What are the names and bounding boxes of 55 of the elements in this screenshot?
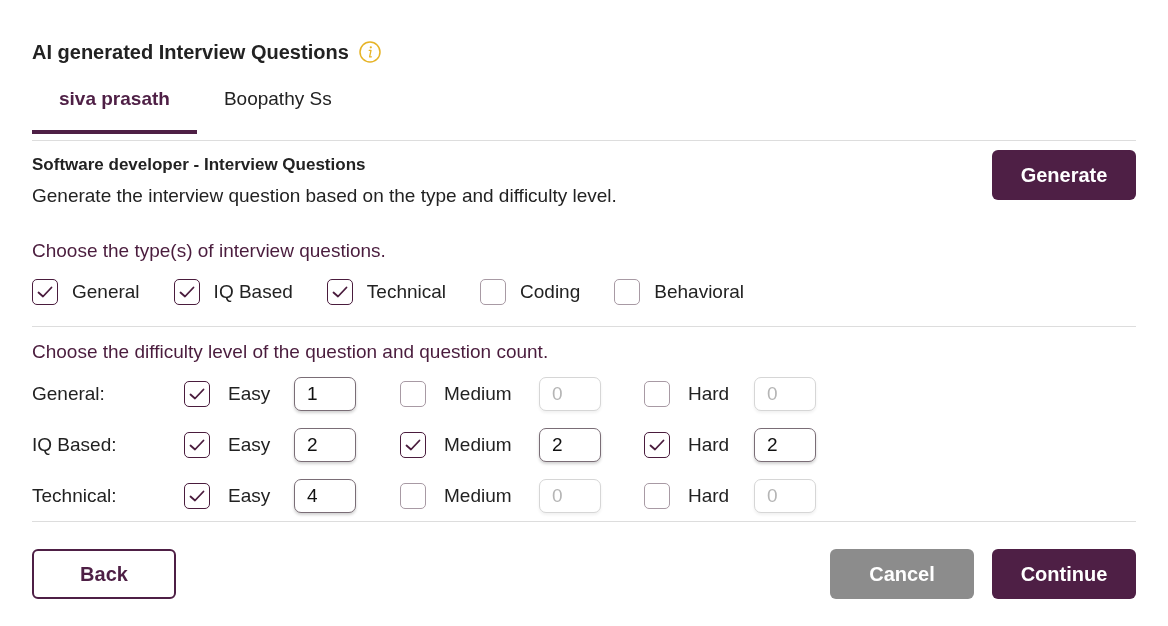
- checkbox[interactable]: [480, 279, 507, 305]
- check-icon: [37, 286, 53, 298]
- level-label: Medium: [444, 382, 512, 404]
- tab[interactable]: siva prasath: [32, 70, 197, 134]
- count-input[interactable]: 2: [754, 428, 816, 462]
- count-input[interactable]: 1: [294, 377, 356, 411]
- type-prompt: Choose the type(s) of interview questions.: [32, 239, 387, 263]
- level-label: Hard: [688, 382, 730, 404]
- check-icon: [189, 490, 205, 502]
- checked-checkbox[interactable]: [184, 381, 210, 407]
- checked-checkbox[interactable]: [32, 279, 58, 305]
- checkbox[interactable]: [644, 381, 670, 407]
- checked-checkbox[interactable]: [184, 432, 210, 458]
- checkbox-label: Coding: [520, 280, 581, 304]
- check-icon: [331, 286, 348, 298]
- checked-checkbox[interactable]: [400, 432, 426, 458]
- checked-checkbox[interactable]: [644, 432, 670, 458]
- level-label: Medium: [444, 484, 512, 506]
- section-description: Generate the interview question based on the type and difficulty level.: [32, 184, 617, 208]
- count-input[interactable]: 2: [539, 428, 601, 462]
- row-label: Technical:: [32, 484, 117, 508]
- check-icon: [649, 439, 665, 451]
- difficulty-prompt: Choose the difficulty level of the question and question count.: [32, 340, 550, 364]
- tab[interactable]: Boopathy Ss: [196, 70, 359, 134]
- checkbox-label: Behavioral: [654, 280, 745, 304]
- action-button[interactable]: Continue: [992, 549, 1136, 599]
- checkbox-label: Technical: [366, 280, 447, 304]
- checked-checkbox[interactable]: [326, 279, 353, 305]
- checked-checkbox[interactable]: [184, 483, 210, 509]
- checked-checkbox[interactable]: [173, 279, 200, 305]
- generate-button[interactable]: Generate: [992, 150, 1136, 200]
- checkbox[interactable]: [614, 279, 641, 305]
- level-label: Easy: [228, 433, 271, 455]
- checkbox-label: IQ Based: [213, 280, 293, 304]
- section-title: Software developer - Interview Questions: [32, 154, 367, 176]
- info-icon: [358, 41, 381, 63]
- level-label: Medium: [444, 433, 512, 455]
- check-icon: [405, 439, 421, 451]
- level-label: Easy: [228, 382, 271, 404]
- checkbox-label: General: [72, 280, 140, 304]
- count-input[interactable]: 4: [294, 479, 356, 513]
- check-icon: [189, 439, 205, 451]
- checkbox[interactable]: [400, 381, 426, 407]
- row-label: General:: [32, 382, 105, 406]
- row-label: IQ Based:: [32, 433, 117, 457]
- action-button[interactable]: Back: [32, 549, 176, 599]
- count-input[interactable]: 2: [294, 428, 356, 462]
- check-icon: [189, 388, 205, 400]
- page-title: AI generated Interview Questions: [32, 40, 349, 65]
- level-label: Easy: [228, 484, 271, 506]
- level-label: Hard: [688, 433, 730, 455]
- checkbox[interactable]: [644, 483, 670, 509]
- checkbox[interactable]: [400, 483, 426, 509]
- check-icon: [178, 286, 195, 298]
- level-label: Hard: [688, 484, 730, 506]
